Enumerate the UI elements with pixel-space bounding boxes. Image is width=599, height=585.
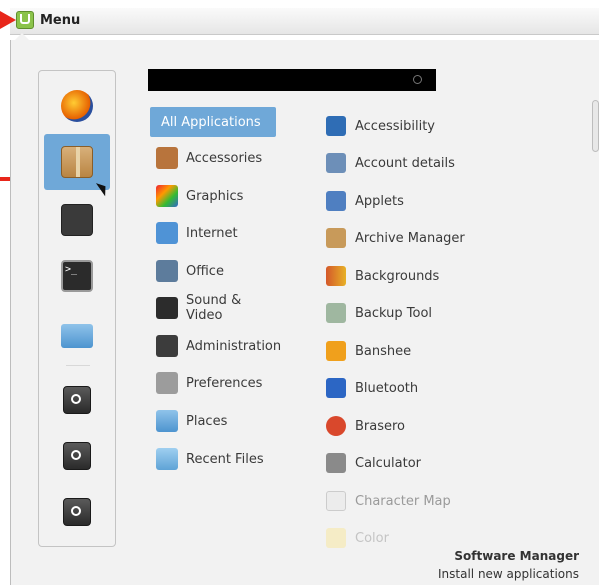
category-label: Office — [186, 263, 224, 279]
app-label: Account details — [355, 155, 455, 171]
administration-icon — [156, 335, 178, 357]
backgrounds-icon — [326, 266, 346, 286]
preferences-icon — [156, 372, 178, 394]
category-places[interactable]: Places — [150, 406, 276, 436]
category-label: Administration — [186, 338, 282, 354]
favorite-terminal[interactable]: >_ — [44, 254, 110, 298]
category-label: All Applications — [161, 114, 261, 130]
panel-strip — [10, 8, 599, 35]
applets-icon — [326, 191, 346, 211]
search-icon — [413, 75, 422, 84]
app-label: Archive Manager — [355, 230, 465, 246]
favorite-shutdown[interactable] — [44, 490, 110, 534]
favorite-lock-screen[interactable] — [44, 378, 110, 422]
package-icon — [61, 146, 93, 178]
footer-title: Software Manager — [454, 549, 579, 563]
account-icon — [326, 153, 346, 173]
menu-button-label[interactable]: Menu — [40, 13, 80, 28]
category-label: Preferences — [186, 375, 263, 391]
app-label: Calculator — [355, 455, 422, 471]
color-icon — [326, 528, 346, 548]
category-label: Recent Files — [186, 451, 264, 467]
app-label: Accessibility — [355, 118, 435, 134]
favorite-logout[interactable] — [44, 434, 110, 478]
app-archive-manager[interactable]: Archive Manager — [326, 223, 566, 253]
character-map-icon — [326, 491, 346, 511]
logout-icon — [63, 442, 91, 470]
internet-icon — [156, 222, 178, 244]
favorite-files[interactable] — [44, 314, 110, 358]
banshee-icon — [326, 341, 346, 361]
bluetooth-icon — [326, 378, 346, 398]
app-bluetooth[interactable]: Bluetooth — [326, 373, 566, 403]
accessibility-icon — [326, 116, 346, 136]
footer-subtitle: Install new applications — [438, 567, 579, 581]
terminal-icon: >_ — [61, 260, 93, 292]
app-label: Applets — [355, 193, 404, 209]
app-label: Bluetooth — [355, 380, 419, 396]
category-label: Accessories — [186, 150, 263, 166]
app-label: Character Map — [355, 493, 451, 509]
category-sound-video[interactable]: Sound & Video — [150, 293, 276, 323]
category-administration[interactable]: Administration — [150, 331, 281, 361]
app-backgrounds[interactable]: Backgrounds — [326, 261, 566, 291]
app-label: Backgrounds — [355, 268, 440, 284]
recent-files-icon — [156, 448, 178, 470]
category-preferences[interactable]: Preferences — [150, 368, 276, 398]
lock-icon — [63, 386, 91, 414]
app-accessibility[interactable]: Accessibility — [326, 111, 566, 141]
app-label: Color — [355, 530, 389, 546]
sound-video-icon — [156, 297, 178, 319]
app-applets[interactable]: Applets — [326, 186, 566, 216]
app-character-map[interactable]: Character Map — [326, 486, 566, 516]
calculator-icon — [326, 453, 346, 473]
favorite-firefox[interactable] — [44, 84, 110, 128]
favorite-system-settings[interactable] — [44, 198, 110, 242]
app-calculator[interactable]: Calculator — [326, 448, 566, 478]
firefox-icon — [61, 90, 93, 122]
category-internet[interactable]: Internet — [150, 218, 276, 248]
gear-icon — [61, 204, 93, 236]
app-brasero[interactable]: Brasero — [326, 411, 566, 441]
top-panel — [0, 0, 599, 40]
mint-logo-icon[interactable] — [16, 11, 34, 29]
accessories-icon — [156, 147, 178, 169]
category-label: Places — [186, 413, 228, 429]
backup-icon — [326, 303, 346, 323]
category-label: Internet — [186, 225, 238, 241]
places-icon — [156, 410, 178, 432]
brasero-icon — [326, 416, 346, 436]
category-all-applications[interactable]: All Applications — [150, 107, 276, 137]
category-recent-files[interactable]: Recent Files — [150, 444, 276, 474]
menu-pointer — [14, 33, 30, 41]
graphics-icon — [156, 185, 178, 207]
category-graphics[interactable]: Graphics — [150, 181, 276, 211]
office-icon — [156, 260, 178, 282]
power-icon — [63, 498, 91, 526]
app-label: Banshee — [355, 343, 412, 359]
folder-icon — [61, 324, 93, 348]
app-label: Brasero — [355, 418, 406, 434]
archive-icon — [326, 228, 346, 248]
search-input[interactable] — [148, 69, 436, 91]
favorites-separator — [66, 365, 90, 366]
app-banshee[interactable]: Banshee — [326, 336, 566, 366]
category-office[interactable]: Office — [150, 256, 276, 286]
category-accessories[interactable]: Accessories — [150, 143, 276, 173]
app-label: Backup Tool — [355, 305, 433, 321]
category-label: Graphics — [186, 188, 244, 204]
app-backup-tool[interactable]: Backup Tool — [326, 298, 566, 328]
category-label: Sound & Video — [186, 293, 242, 323]
app-account-details[interactable]: Account details — [326, 148, 566, 178]
app-list-scrollbar[interactable] — [592, 100, 599, 152]
